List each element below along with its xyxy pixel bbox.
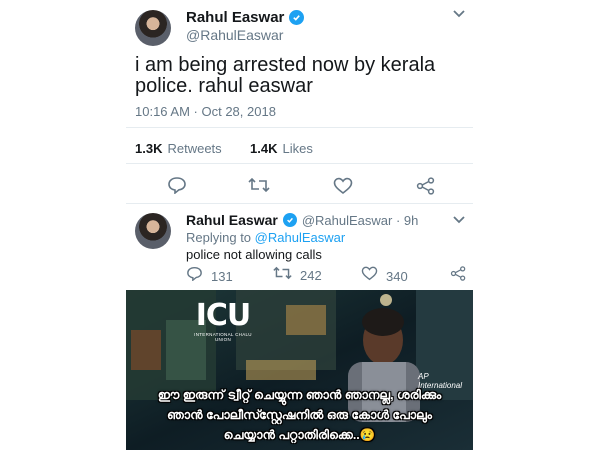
reply-avatar[interactable] bbox=[135, 213, 171, 249]
replying-to-link[interactable]: @RahulEaswar bbox=[255, 230, 346, 245]
reply-reply-action[interactable]: 131 bbox=[186, 266, 233, 286]
share-icon[interactable] bbox=[450, 266, 467, 286]
caption-line2: ഞാൻ പോലീസ്സ്റ്റേഷനിൽ ഒരു കോൾ പോലും bbox=[166, 408, 433, 422]
retweet-count: 242 bbox=[300, 268, 322, 283]
retweets-count: 1.3K bbox=[135, 141, 163, 156]
reply-count: 131 bbox=[211, 268, 233, 284]
logo-subtext: INTERNATIONAL CHALU UNION bbox=[194, 332, 252, 342]
divider bbox=[126, 127, 473, 128]
reply-handle-time[interactable]: @RahulEaswar · 9h bbox=[302, 213, 419, 228]
caption-line1: ഈ ഇരുന്ന് ട്വീറ്റ് ചെയ്യുന്ന ഞാൻ ഞാനല്ല,… bbox=[157, 388, 442, 402]
avatar[interactable] bbox=[135, 10, 171, 46]
likes-count: 1.4K bbox=[250, 141, 278, 156]
replying-prefix: Replying to bbox=[186, 230, 252, 245]
author-name[interactable]: Rahul Easwar bbox=[186, 9, 284, 26]
divider bbox=[126, 203, 473, 204]
like-count: 340 bbox=[386, 268, 408, 284]
reply-icon[interactable] bbox=[186, 266, 203, 286]
reply-like-action[interactable]: 340 bbox=[361, 266, 408, 286]
verified-badge-icon bbox=[282, 213, 297, 227]
chevron-down-icon[interactable] bbox=[452, 6, 466, 25]
verified-badge-icon bbox=[289, 10, 305, 25]
likes-label: Likes bbox=[282, 141, 313, 156]
reply-retweet-action[interactable]: 242 bbox=[273, 266, 322, 285]
retweet-icon[interactable] bbox=[248, 177, 270, 198]
tweet-author[interactable]: Rahul Easwar bbox=[186, 9, 305, 26]
share-icon[interactable] bbox=[416, 177, 436, 200]
icu-logo: ICU INTERNATIONAL CHALU UNION bbox=[188, 298, 258, 343]
reply-author[interactable]: Rahul Easwar @RahulEaswar · 9h bbox=[186, 212, 418, 228]
likes-stat[interactable]: 1.4K Likes bbox=[250, 141, 313, 156]
chevron-down-icon[interactable] bbox=[452, 212, 466, 231]
logo-text: ICU bbox=[195, 298, 252, 333]
retweets-stat[interactable]: 1.3K Retweets bbox=[135, 141, 222, 156]
replying-to: Replying to @RahulEaswar bbox=[186, 230, 345, 245]
heart-icon[interactable] bbox=[361, 266, 378, 286]
caption-line3: ചെയ്യാൻ പറ്റാതിരിക്കെ..😢 bbox=[223, 428, 376, 442]
reply-icon[interactable] bbox=[167, 176, 187, 199]
retweets-label: Retweets bbox=[167, 141, 222, 156]
heart-icon[interactable] bbox=[333, 177, 353, 200]
tweet-text-line2: police. rahul easwar bbox=[135, 75, 313, 97]
reply-author-name[interactable]: Rahul Easwar bbox=[186, 212, 278, 228]
meme-scene bbox=[126, 290, 473, 450]
author-handle[interactable]: @RahulEaswar bbox=[186, 27, 283, 43]
meme-image: ICU INTERNATIONAL CHALU UNION AP Interna… bbox=[126, 290, 473, 450]
divider bbox=[126, 163, 473, 164]
retweet-icon[interactable] bbox=[273, 266, 292, 285]
tweet-timestamp[interactable]: 10:16 AM · Oct 28, 2018 bbox=[135, 104, 276, 119]
reply-text: police not allowing calls bbox=[186, 247, 322, 262]
